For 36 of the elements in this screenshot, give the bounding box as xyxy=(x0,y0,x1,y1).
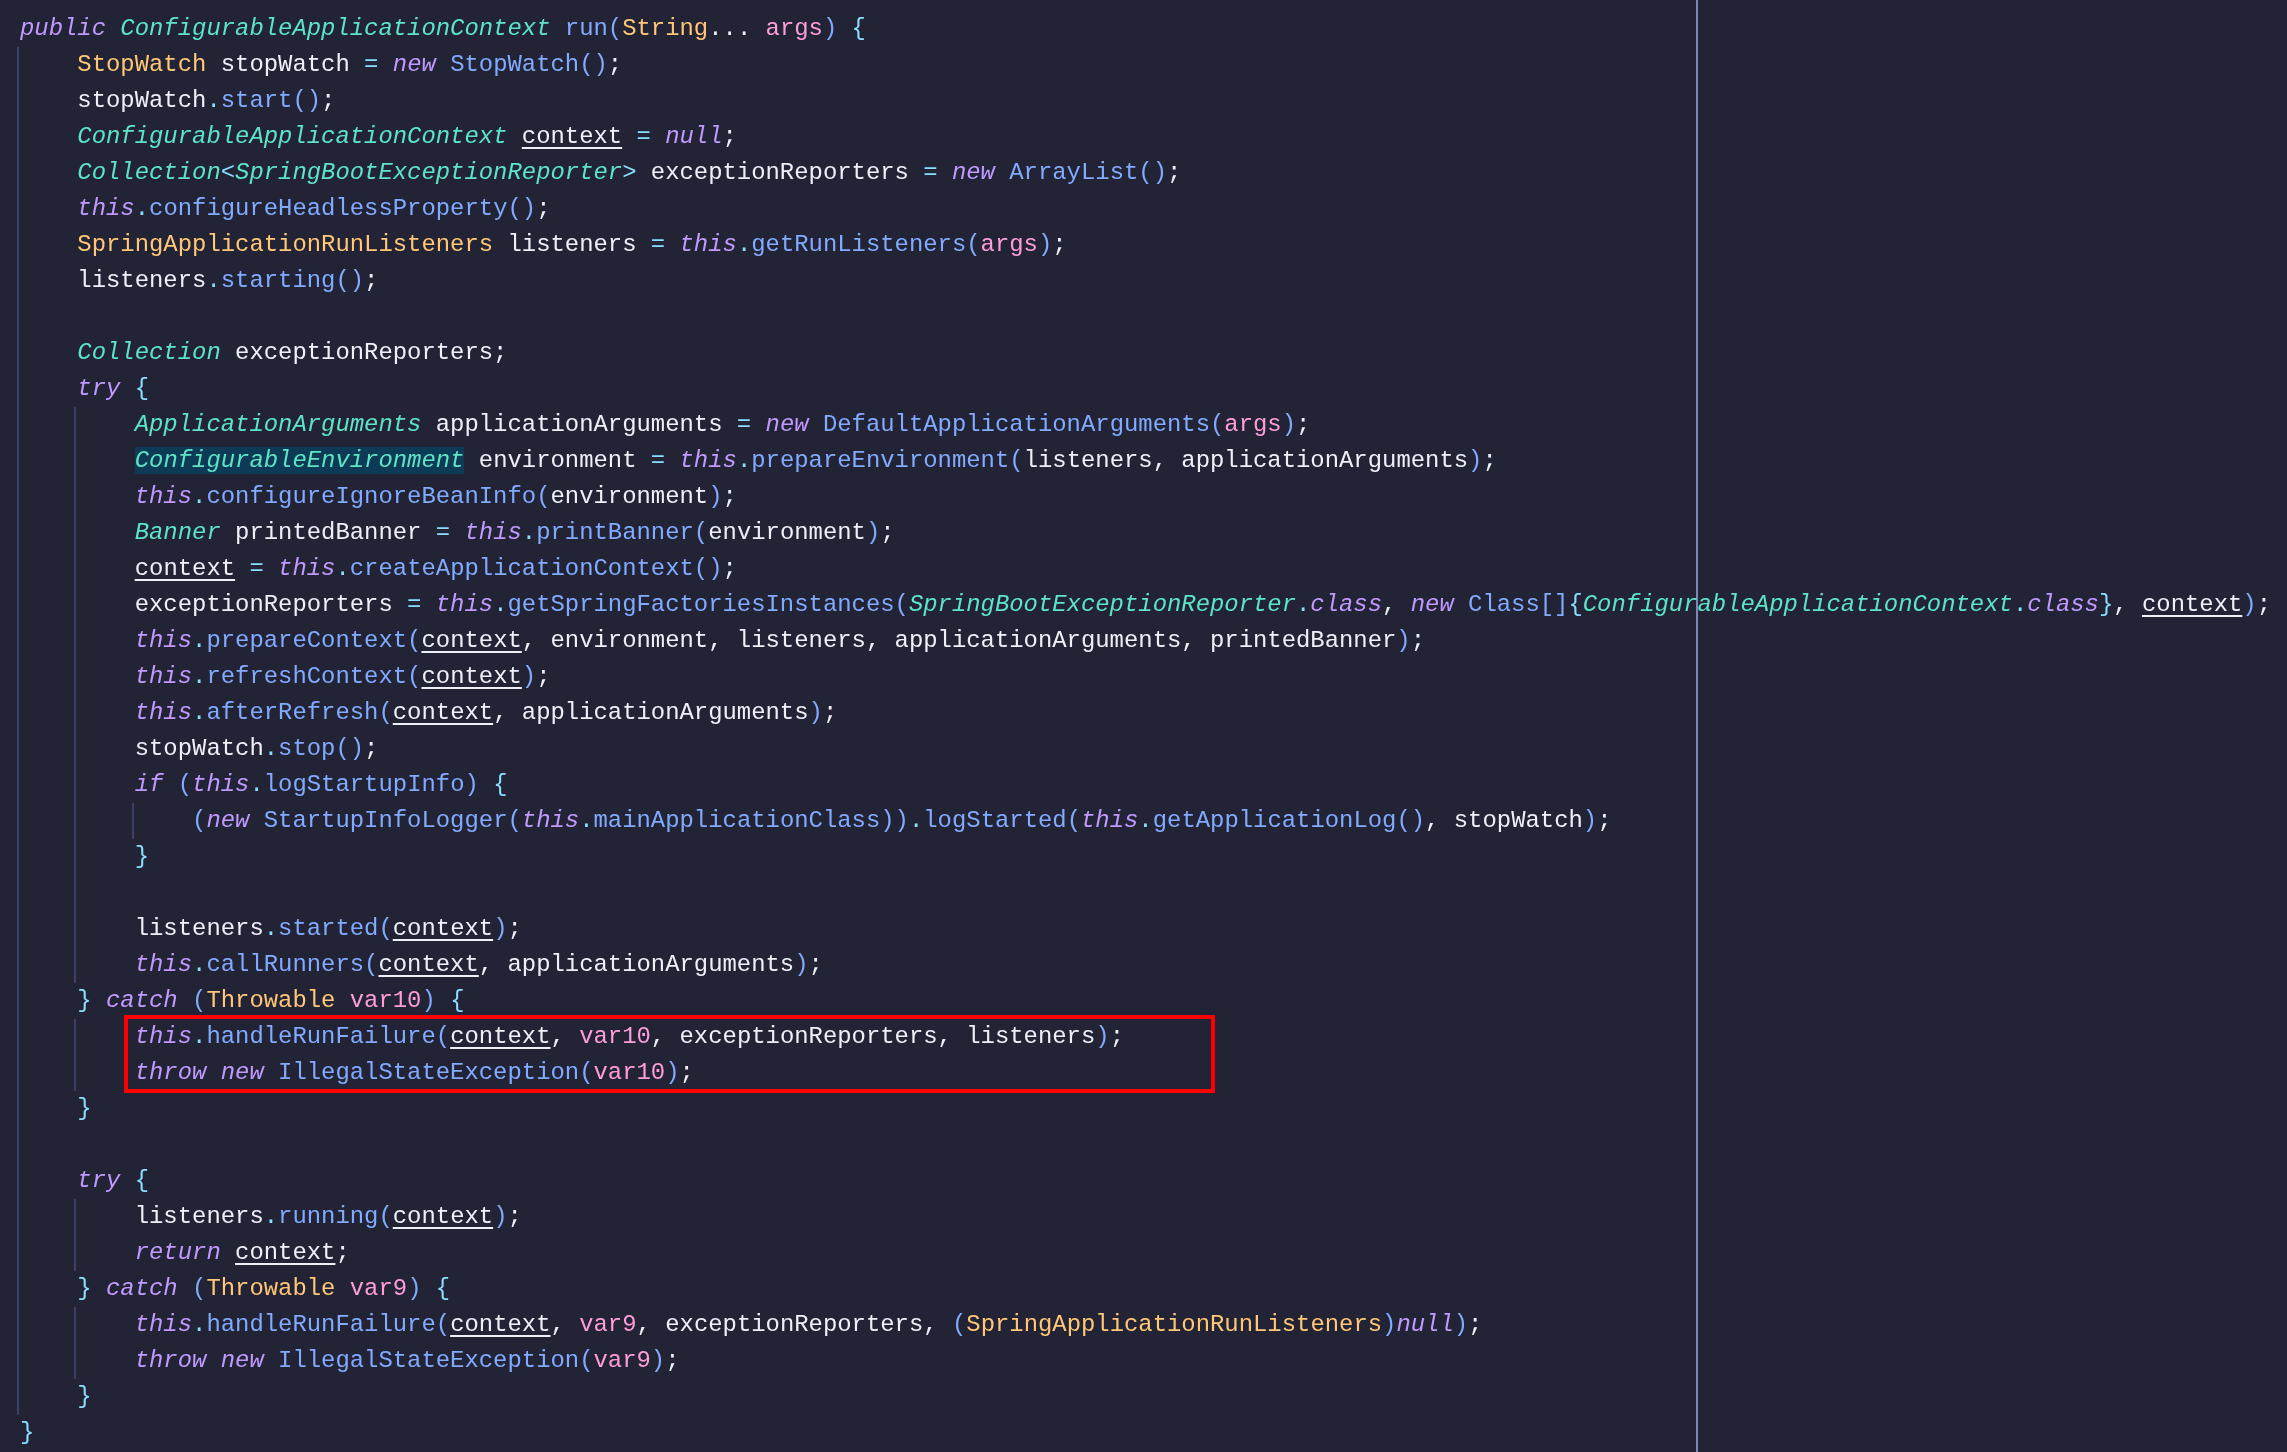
code-line: throw new IllegalStateException(var10); xyxy=(133,1058,694,1088)
code-line: this.refreshContext(context); xyxy=(133,662,551,692)
code-line: listeners.started(context); xyxy=(133,914,522,944)
code-line: public ConfigurableApplicationContext run(String... args) { xyxy=(20,14,866,44)
code-line: } xyxy=(76,1382,92,1412)
code-line: } xyxy=(20,1418,35,1448)
code-line: stopWatch.start(); xyxy=(76,86,336,116)
code-line: this.handleRunFailure(context, var9, exceptionReporters, (SpringApplicationRunListeners)null); xyxy=(133,1310,1483,1340)
code-line: context = this.createApplicationContext(); xyxy=(133,554,737,584)
code-line: } xyxy=(133,842,150,872)
code-line: this.handleRunFailure(context, var10, exceptionReporters, listeners); xyxy=(133,1022,1124,1052)
code-line: this.callRunners(context, applicationArguments); xyxy=(133,950,823,980)
code-line: ApplicationArguments applicationArguments = new DefaultApplicationArguments(args); xyxy=(132,410,1311,440)
code-line: ConfigurableApplicationContext context = null; xyxy=(76,122,737,152)
code-line: StopWatch stopWatch = new StopWatch(); xyxy=(76,50,623,80)
code-line: this.configureHeadlessProperty(); xyxy=(76,194,551,224)
code-line: if (this.logStartupInfo) { xyxy=(133,770,508,800)
code-line: this.prepareContext(context, environment, listeners, applicationArguments, printedBanner); xyxy=(133,626,1426,656)
code-line: throw new IllegalStateException(var9); xyxy=(133,1346,680,1376)
code-line: this.afterRefresh(context, applicationArguments); xyxy=(133,698,838,728)
code-line: } xyxy=(76,1094,92,1124)
code-line: listeners.starting(); xyxy=(76,266,379,296)
code-line: Collection<SpringBootExceptionReporter> exceptionReporters = new ArrayList(); xyxy=(76,158,1182,188)
code-line: try { xyxy=(76,1166,150,1196)
code-line: Banner printedBanner = this.printBanner(environment); xyxy=(133,518,895,548)
code-line: listeners.running(context); xyxy=(133,1202,522,1232)
code-line: ConfigurableEnvironment environment = this.prepareEnvironment(listeners, applicationArguments); xyxy=(133,446,1497,476)
code-line: Collection exceptionReporters; xyxy=(76,338,508,368)
code-line: try { xyxy=(76,374,150,404)
code-line: this.configureIgnoreBeanInfo(environment); xyxy=(133,482,737,512)
code-line: SpringApplicationRunListeners listeners = this.getRunListeners(args); xyxy=(76,230,1067,260)
code-line: (new StartupInfoLogger(this.mainApplicationClass)).logStarted(this.getApplicationLog(), stopWatch); xyxy=(191,806,1612,836)
code-line: stopWatch.stop(); xyxy=(133,734,379,764)
code-line: return context; xyxy=(133,1238,350,1268)
code-line: } catch (Throwable var10) { xyxy=(76,986,465,1016)
code-line: } catch (Throwable var9) { xyxy=(76,1274,451,1304)
